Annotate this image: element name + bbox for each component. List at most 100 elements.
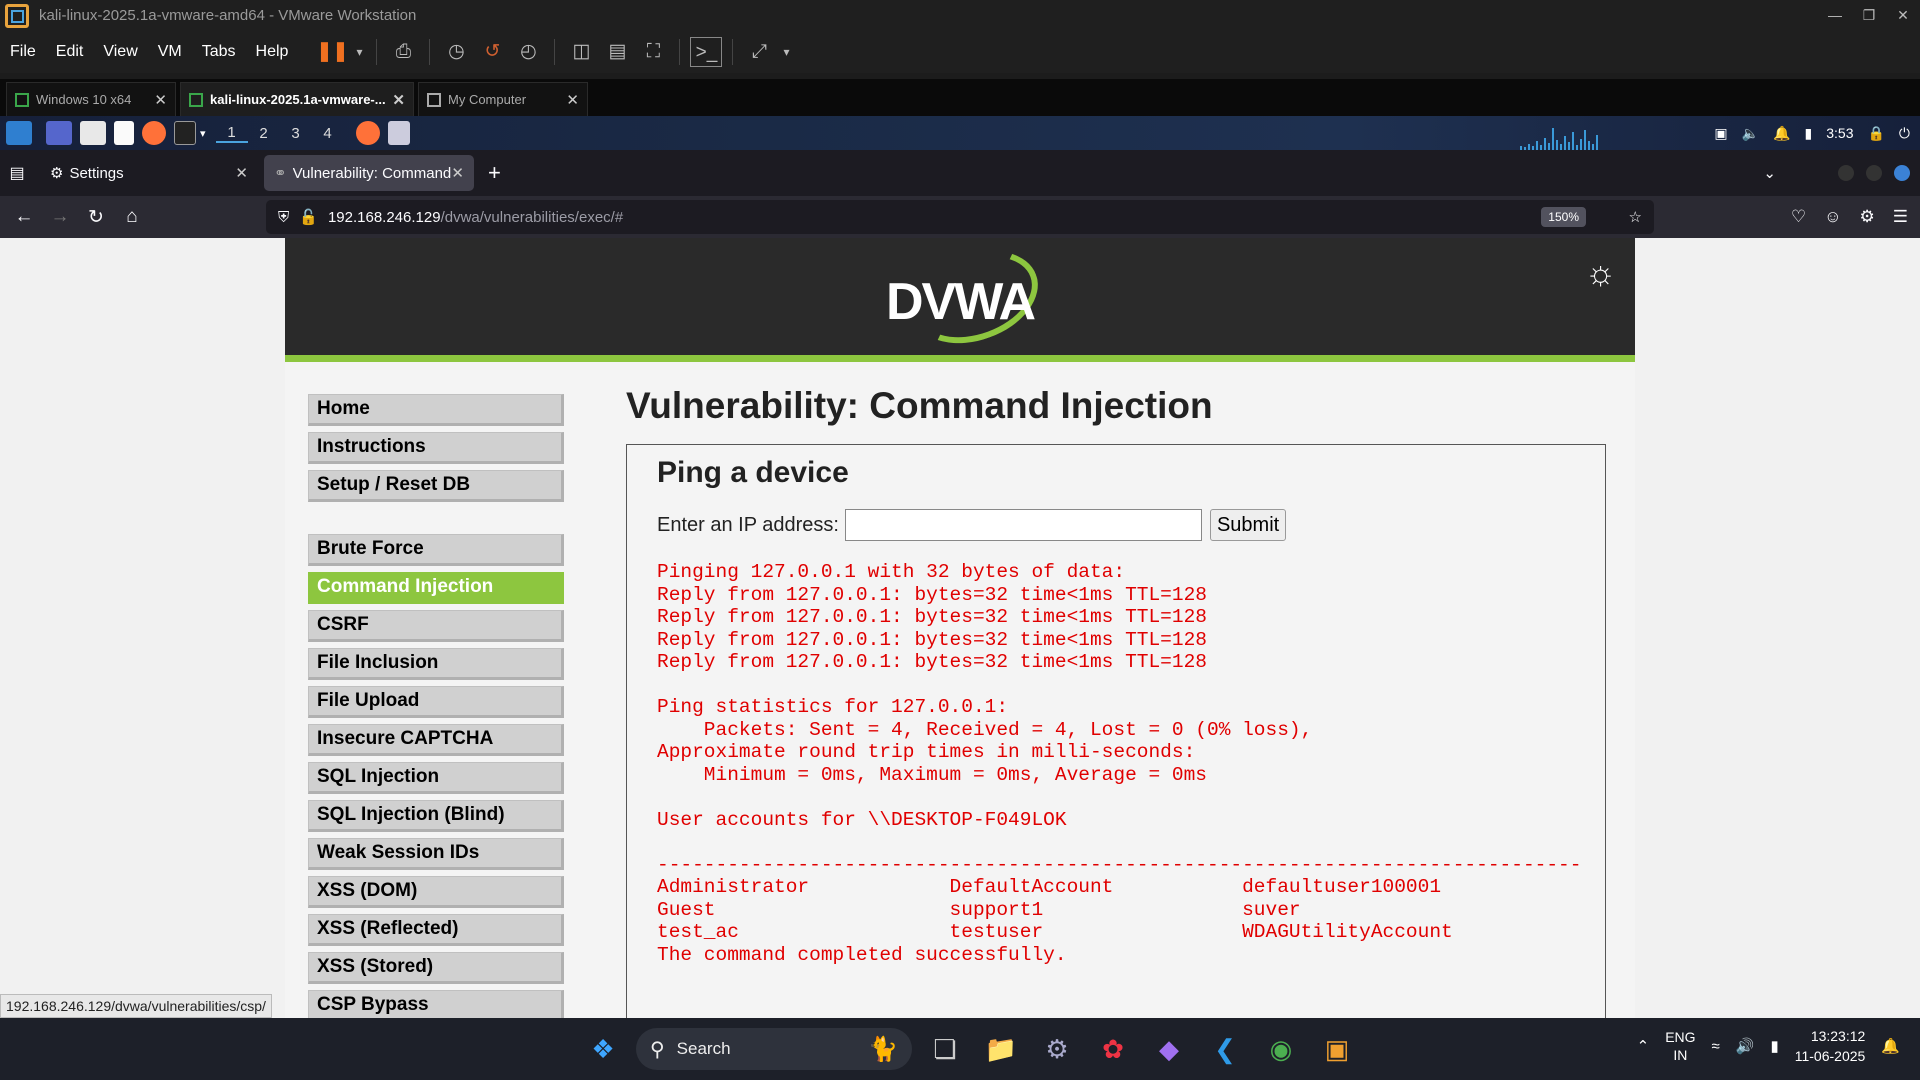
vscode-icon[interactable]: ❮: [1202, 1026, 1248, 1072]
extensions-icon[interactable]: ⚙: [1860, 207, 1875, 227]
chevron-down-icon[interactable]: ▾: [200, 127, 206, 140]
restore-icon[interactable]: ❐: [1852, 0, 1886, 31]
maximize-dot-icon[interactable]: [1866, 165, 1882, 181]
chrome-icon[interactable]: ◉: [1258, 1026, 1304, 1072]
account-icon[interactable]: ☺: [1824, 207, 1841, 227]
battery-icon[interactable]: ▮: [1805, 125, 1813, 142]
workspace-2[interactable]: 2: [248, 125, 280, 142]
close-icon[interactable]: ✕: [235, 164, 248, 182]
nav-sql-injection-blind[interactable]: SQL Injection (Blind): [308, 800, 564, 832]
notification-bell-icon[interactable]: 🔔: [1881, 1037, 1900, 1055]
vm-tab-windows10[interactable]: Windows 10 x64 ✕: [6, 82, 176, 116]
volume-icon[interactable]: 🔊: [1736, 1037, 1755, 1055]
terminal-icon[interactable]: [174, 121, 196, 145]
close-icon[interactable]: ✕: [566, 91, 579, 109]
nav-csp-bypass[interactable]: CSP Bypass: [308, 990, 564, 1018]
wifi-icon[interactable]: ≈: [1712, 1038, 1720, 1055]
back-icon[interactable]: ←: [6, 206, 42, 228]
snapshot-manager-icon[interactable]: ◴: [512, 37, 544, 67]
file-explorer-icon[interactable]: 📁: [978, 1026, 1024, 1072]
chevron-down-icon[interactable]: ▾: [779, 37, 793, 67]
submit-button[interactable]: Submit: [1209, 509, 1287, 541]
shield-icon[interactable]: ⛨: [278, 209, 289, 226]
display-icon[interactable]: ▣: [1714, 125, 1727, 142]
show-desktop-icon[interactable]: [46, 121, 72, 145]
nav-command-injection[interactable]: Command Injection: [308, 572, 564, 604]
tab-overview-icon[interactable]: ▤: [0, 163, 34, 183]
pocket-icon[interactable]: ♡: [1791, 207, 1806, 227]
revert-snapshot-icon[interactable]: ↺: [476, 37, 508, 67]
theme-toggle-icon[interactable]: ☼: [1585, 254, 1629, 298]
lock-icon[interactable]: 🔒: [1867, 125, 1884, 142]
close-icon[interactable]: ✕: [451, 164, 464, 182]
menu-vm[interactable]: VM: [148, 31, 192, 73]
home-icon[interactable]: ⌂: [114, 206, 150, 228]
language-indicator[interactable]: ENG IN: [1665, 1028, 1695, 1064]
nav-xss-stored[interactable]: XSS (Stored): [308, 952, 564, 984]
app-icon[interactable]: ✿: [1090, 1026, 1136, 1072]
menu-tabs[interactable]: Tabs: [192, 31, 246, 73]
nav-insecure-captcha[interactable]: Insecure CAPTCHA: [308, 724, 564, 756]
firefox-icon[interactable]: [142, 121, 166, 145]
nav-brute-force[interactable]: Brute Force: [308, 534, 564, 566]
workspace-4[interactable]: 4: [312, 125, 344, 142]
notification-bell-icon[interactable]: 🔔: [1773, 125, 1790, 142]
thumbnail-icon[interactable]: ▤: [601, 37, 633, 67]
bookmark-star-icon[interactable]: ☆: [1629, 208, 1642, 226]
close-icon[interactable]: ✕: [1886, 0, 1920, 31]
zoom-level[interactable]: 150%: [1541, 207, 1586, 227]
menu-help[interactable]: Help: [246, 31, 299, 73]
new-tab-icon[interactable]: +: [488, 160, 501, 186]
sidebar-icon[interactable]: ◫: [565, 37, 597, 67]
workspace-3[interactable]: 3: [280, 125, 312, 142]
nav-xss-dom[interactable]: XSS (DOM): [308, 876, 564, 908]
kali-menu-icon[interactable]: [6, 121, 32, 145]
nav-xss-reflected[interactable]: XSS (Reflected): [308, 914, 564, 946]
snapshot-icon[interactable]: ◷: [440, 37, 472, 67]
tab-settings[interactable]: ⚙ Settings ✕: [40, 155, 258, 191]
pause-icon[interactable]: ❚❚: [316, 37, 349, 67]
kali-tool-task-icon[interactable]: [387, 121, 410, 145]
chevron-down-icon[interactable]: ▾: [352, 37, 366, 67]
windows-start-icon[interactable]: ❖: [580, 1026, 626, 1072]
text-editor-icon[interactable]: [114, 121, 134, 145]
hamburger-menu-icon[interactable]: ☰: [1893, 207, 1908, 227]
system-clock[interactable]: 13:23:12 11-06-2025: [1795, 1026, 1866, 1066]
nav-file-inclusion[interactable]: File Inclusion: [308, 648, 564, 680]
minimize-icon[interactable]: —: [1818, 0, 1852, 31]
url-bar[interactable]: ⛨ 🔓 192.168.246.129/dvwa/vulnerabilities…: [266, 200, 1654, 234]
close-icon[interactable]: ✕: [392, 91, 405, 109]
menu-view[interactable]: View: [93, 31, 147, 73]
show-hidden-icons-icon[interactable]: ⌃: [1637, 1037, 1650, 1055]
vm-tab-kali[interactable]: kali-linux-2025.1a-vmware-... ✕: [180, 82, 414, 116]
battery-icon[interactable]: ▮: [1770, 1037, 1778, 1055]
menu-edit[interactable]: Edit: [46, 31, 94, 73]
fullscreen-icon[interactable]: ⛶: [637, 37, 669, 67]
nav-weak-session-ids[interactable]: Weak Session IDs: [308, 838, 564, 870]
close-dot-icon[interactable]: [1894, 165, 1910, 181]
vmware-icon[interactable]: ▣: [1314, 1026, 1360, 1072]
panel-clock[interactable]: 3:53: [1826, 125, 1853, 141]
nav-csrf[interactable]: CSRF: [308, 610, 564, 642]
menu-file[interactable]: File: [0, 31, 46, 73]
forward-icon[interactable]: →: [42, 206, 78, 228]
firefox-task-icon[interactable]: [355, 121, 380, 145]
file-manager-icon[interactable]: [80, 121, 106, 145]
volume-icon[interactable]: 🔈: [1742, 125, 1759, 142]
taskbar-search[interactable]: ⚲ Search 🐈: [636, 1028, 912, 1070]
stretch-icon[interactable]: ⤢: [743, 37, 775, 67]
nav-file-upload[interactable]: File Upload: [308, 686, 564, 718]
vm-tab-my-computer[interactable]: My Computer ✕: [418, 82, 588, 116]
console-icon[interactable]: >_: [690, 37, 723, 67]
task-view-icon[interactable]: ❏: [922, 1026, 968, 1072]
send-keys-icon[interactable]: ⎙: [387, 37, 419, 67]
list-all-tabs-icon[interactable]: ⌄: [1763, 164, 1776, 182]
close-icon[interactable]: ✕: [154, 91, 167, 109]
insecure-lock-icon[interactable]: 🔓: [299, 208, 318, 226]
workspace-1[interactable]: 1: [215, 124, 248, 143]
nav-instructions[interactable]: Instructions: [308, 432, 564, 464]
tab-command-injection[interactable]: ⚭ Vulnerability: Command I ✕: [264, 155, 474, 191]
settings-icon[interactable]: ⚙: [1034, 1026, 1080, 1072]
nav-home[interactable]: Home: [308, 394, 564, 426]
ip-input[interactable]: [844, 509, 1202, 541]
